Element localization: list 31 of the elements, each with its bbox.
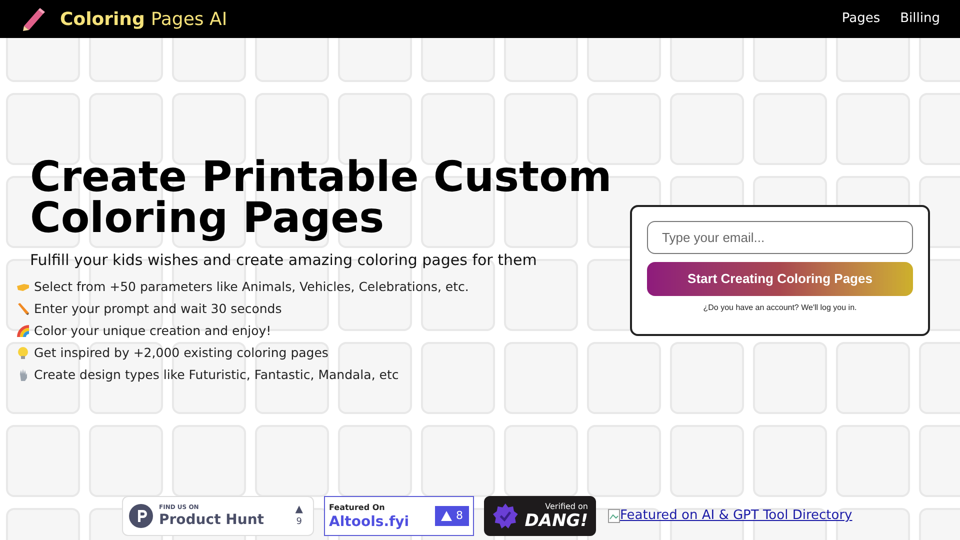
badge-count: 8 <box>456 508 463 524</box>
light-bulb-icon <box>16 346 30 360</box>
email-input-field[interactable]: Type your email... <box>647 221 913 254</box>
start-creating-button[interactable]: Start Creating Coloring Pages <box>647 262 913 296</box>
nav-link[interactable]: Pages <box>842 9 880 29</box>
check-badge-icon <box>492 502 519 530</box>
feature-text: Enter your prompt and wait 30 seconds <box>34 300 282 318</box>
upvote-arrow: ▲ <box>295 505 303 515</box>
nav-link[interactable]: Billing <box>900 9 940 29</box>
pencil-icon <box>16 302 30 316</box>
vote-count: 9 <box>296 518 302 527</box>
product-hunt-logo-icon <box>129 504 153 528</box>
login-note: ¿Do you have an account? We'll log you in. <box>703 302 857 314</box>
feature-text: Create design types like Futuristic, Fantastic, Mandala, etc <box>34 366 399 384</box>
hero-subtitle: Fulfill your kids wishes and create amazing coloring pages for them <box>30 250 538 271</box>
brand-name[interactable]: Coloring <box>60 6 145 32</box>
directory-link[interactable]: Featured on AI & GPT Tool Directory <box>620 506 852 526</box>
badge-title: Altools.fyi <box>329 514 410 528</box>
feature-text: Select from +50 parameters like Animals, Vehicles, Celebrations, etc. <box>34 278 469 296</box>
feature-text: Get inspired by +2,000 existing coloring pages <box>34 344 328 362</box>
triangle-icon <box>441 511 452 521</box>
dang-badge[interactable]: Verified on DANG! <box>484 496 596 536</box>
pencil-logo-icon <box>20 6 46 32</box>
altools-badge[interactable]: Featured On Altools.fyi 8 <box>324 496 474 536</box>
badge-title: Product Hunt <box>159 513 264 527</box>
badge-caption: Featured On <box>329 504 386 512</box>
badge-title: DANG! <box>524 512 588 530</box>
feature-text: Color your unique creation and enjoy! <box>34 322 272 340</box>
brand-suffix[interactable]: Pages AI <box>150 6 228 32</box>
rainbow-icon <box>16 324 30 338</box>
badge-caption: Verified on <box>545 502 588 510</box>
